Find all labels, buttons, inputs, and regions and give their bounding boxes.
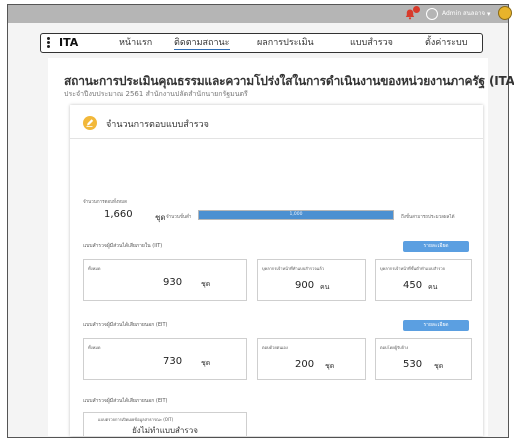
total-responses-label: จำนวนการตอบทั้งหมด bbox=[83, 200, 128, 205]
oit-status-box: แบบตรวจการเปิดเผยข้อมูลสาธารณะ (OIT) ยัง… bbox=[83, 412, 247, 436]
response-progress-bar: 1,000 bbox=[198, 210, 394, 220]
user-circle-icon[interactable] bbox=[426, 8, 438, 20]
top-bar: Admin สนลอาจ ▾ bbox=[8, 5, 512, 23]
survey-response-card: จำนวนการตอบแบบสำรวจ จำนวนการตอบทั้งหมด 1… bbox=[70, 105, 483, 436]
card-title: จำนวนการตอบแบบสำรวจ bbox=[106, 120, 209, 130]
main-nav: ITA หน้าแรก ติดตามสถานะ ผลการประเมิน แบบ… bbox=[40, 33, 483, 53]
avatar-icon[interactable] bbox=[498, 6, 512, 20]
eit-section-label: แบบสำรวจผู้มีส่วนได้เสียภายนอก (EIT) bbox=[83, 322, 168, 328]
iit-staff-value: 900 bbox=[295, 280, 315, 291]
nav-item-survey[interactable]: แบบสำรวจ bbox=[350, 37, 393, 49]
brand-logo[interactable]: ITA bbox=[59, 36, 78, 50]
progress-text: 1,000 bbox=[289, 212, 303, 217]
menu-icon[interactable] bbox=[47, 37, 51, 49]
eit-detail-button[interactable]: รายละเอียด bbox=[403, 320, 469, 331]
eit-self-unit: ชุด bbox=[325, 362, 335, 370]
iit-detail-button[interactable]: รายละเอียด bbox=[403, 241, 469, 252]
eit-contractor-label: ตอบโดยผู้รับจ้าง bbox=[380, 345, 409, 350]
iit-staff-label: บุคลากรเจ้าหน้าที่ทำแบบสำรวจแล้ว bbox=[262, 266, 324, 271]
oit-section-label: แบบสำรวจผู้มีส่วนได้เสียภายนอก (EIT) bbox=[83, 398, 168, 404]
eit-self-label: ตอบด้วยตนเอง bbox=[262, 345, 288, 350]
iit-staff-box: บุคลากรเจ้าหน้าที่ทำแบบสำรวจแล้ว 900 คน bbox=[257, 259, 366, 301]
page-subtitle: ประจำปีงบประมาณ 2561 สำนักงานปลัดสำนักนา… bbox=[64, 90, 248, 98]
iit-section-label: แบบสำรวจผู้มีส่วนได้เสียภายใน (IIT) bbox=[83, 243, 163, 249]
oit-status-text: ยังไม่ทำแบบสำรวจ bbox=[132, 426, 198, 435]
total-responses-unit: ชุด bbox=[155, 213, 166, 222]
nav-item-status[interactable]: ติดตามสถานะ bbox=[174, 37, 230, 50]
eit-total-label: ทั้งหมด bbox=[88, 345, 101, 350]
eit-contractor-value: 530 bbox=[403, 359, 423, 370]
iit-min-box: บุคลากรเจ้าหน้าที่ขั้นต่ำทำแบบสำรวจ 450 … bbox=[375, 259, 472, 301]
app-window: Admin สนลอาจ ▾ ITA หน้าแรก ติดตามสถานะ ผ… bbox=[7, 4, 514, 438]
check-icon bbox=[83, 116, 97, 130]
total-responses-value: 1,660 bbox=[104, 209, 133, 220]
main-content: สถานะการประเมินคุณธรรมและความโปร่งใสในกา… bbox=[48, 58, 514, 436]
eit-total-value: 730 bbox=[163, 356, 183, 367]
progress-note: ถึงขั้นสามารถประมวลผลได้ bbox=[401, 215, 455, 220]
iit-total-box: ทั้งหมด 930 ชุด bbox=[83, 259, 247, 301]
minimum-label: จำนวนขั้นต่ำ bbox=[166, 215, 192, 220]
iit-total-unit: ชุด bbox=[201, 280, 211, 288]
nav-item-results[interactable]: ผลการประเมิน bbox=[257, 37, 314, 49]
chevron-down-icon[interactable]: ▾ bbox=[487, 8, 491, 20]
iit-total-label: ทั้งหมด bbox=[88, 266, 101, 271]
oit-box-label: แบบตรวจการเปิดเผยข้อมูลสาธารณะ (OIT) bbox=[98, 417, 174, 422]
eit-total-unit: ชุด bbox=[201, 359, 211, 367]
nav-item-settings[interactable]: ตั้งค่าระบบ bbox=[425, 37, 467, 49]
eit-self-box: ตอบด้วยตนเอง 200 ชุด bbox=[257, 338, 366, 380]
iit-min-unit: คน bbox=[428, 283, 438, 291]
eit-contractor-unit: ชุด bbox=[434, 362, 444, 370]
eit-contractor-box: ตอบโดยผู้รับจ้าง 530 ชุด bbox=[375, 338, 472, 380]
user-name[interactable]: Admin สนลอาจ bbox=[442, 8, 485, 20]
eit-total-box: ทั้งหมด 730 ชุด bbox=[83, 338, 247, 380]
iit-total-value: 930 bbox=[163, 277, 183, 288]
iit-min-label: บุคลากรเจ้าหน้าที่ขั้นต่ำทำแบบสำรวจ bbox=[380, 266, 445, 271]
eit-self-value: 200 bbox=[295, 359, 315, 370]
iit-staff-unit: คน bbox=[320, 283, 330, 291]
iit-min-value: 450 bbox=[403, 280, 423, 291]
notification-badge bbox=[413, 6, 420, 13]
nav-item-home[interactable]: หน้าแรก bbox=[119, 37, 152, 49]
divider bbox=[70, 138, 483, 139]
